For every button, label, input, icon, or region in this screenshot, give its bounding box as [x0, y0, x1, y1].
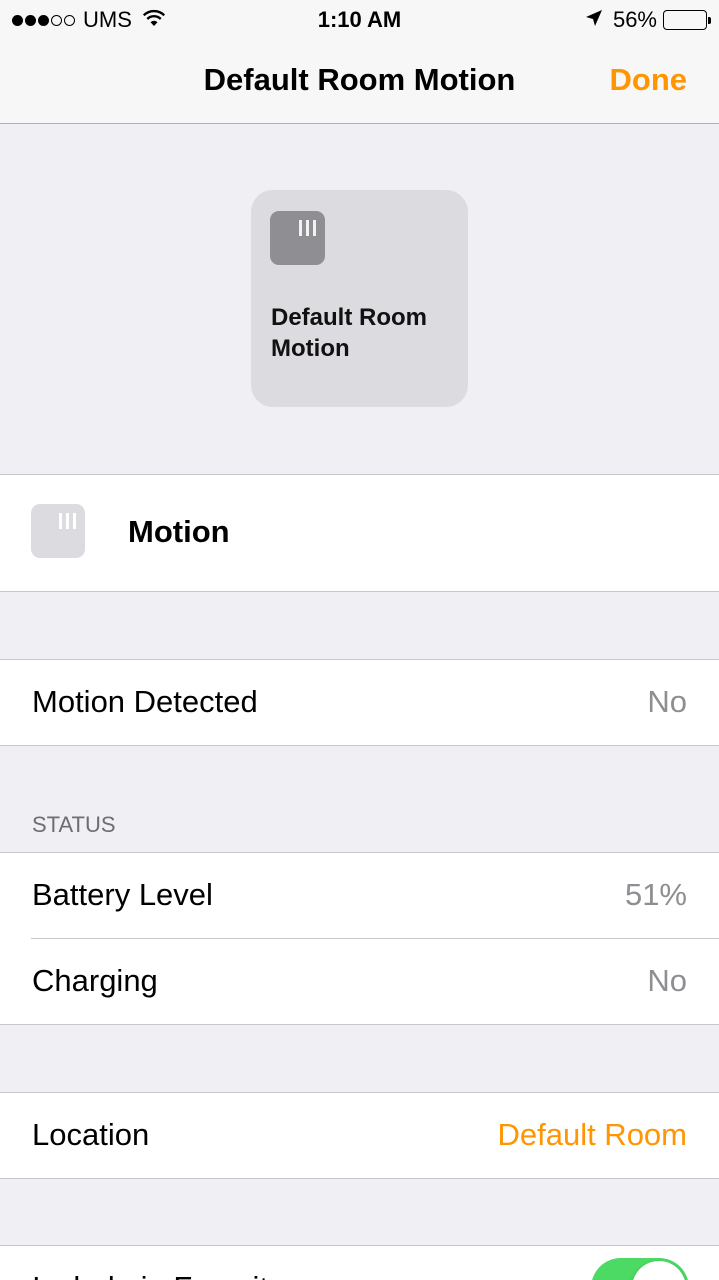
toggle-knob: [632, 1261, 686, 1280]
accessory-tile-name: Default Room Motion: [271, 304, 427, 362]
favorites-section: Include in Favorites: [0, 1245, 719, 1280]
battery-level-value: 51%: [624, 877, 687, 912]
charging-label: Charging: [32, 963, 158, 998]
motion-sensor-icon: [270, 211, 325, 265]
favorites-label: Include in Favorites: [32, 1270, 301, 1280]
motion-detected-label: Motion Detected: [32, 684, 258, 719]
status-bar: UMS 1:10 AM 56%: [0, 0, 719, 40]
service-section: Motion: [0, 474, 719, 592]
location-label: Location: [32, 1117, 150, 1152]
charging-row: Charging No: [0, 939, 719, 1024]
battery-level-label: Battery Level: [32, 877, 213, 912]
motion-detected-section: Motion Detected No: [0, 659, 719, 746]
status-section: Battery Level 51% Charging No: [0, 852, 719, 1025]
location-row[interactable]: Location Default Room: [0, 1093, 719, 1178]
motion-sensor-icon: [31, 504, 85, 558]
battery-percent: 56%: [612, 7, 657, 32]
status-right: 56%: [585, 7, 711, 33]
favorites-toggle[interactable]: [591, 1258, 689, 1280]
location-section: Location Default Room: [0, 1092, 719, 1179]
navigation-bar: Default Room Motion Done: [0, 40, 719, 124]
battery-level-row: Battery Level 51%: [0, 853, 719, 938]
favorites-row: Include in Favorites: [0, 1246, 719, 1280]
location-value[interactable]: Default Room: [497, 1117, 687, 1153]
service-label: Motion: [128, 514, 230, 549]
accessory-tile[interactable]: Default Room Motion: [251, 190, 468, 407]
battery-icon: [663, 10, 711, 30]
location-arrow-icon: [585, 7, 603, 33]
motion-detected-value: No: [647, 684, 687, 719]
status-section-header: STATUS: [32, 812, 116, 837]
charging-value: No: [647, 963, 687, 998]
done-button[interactable]: Done: [610, 62, 688, 98]
motion-detected-row: Motion Detected No: [0, 660, 719, 745]
